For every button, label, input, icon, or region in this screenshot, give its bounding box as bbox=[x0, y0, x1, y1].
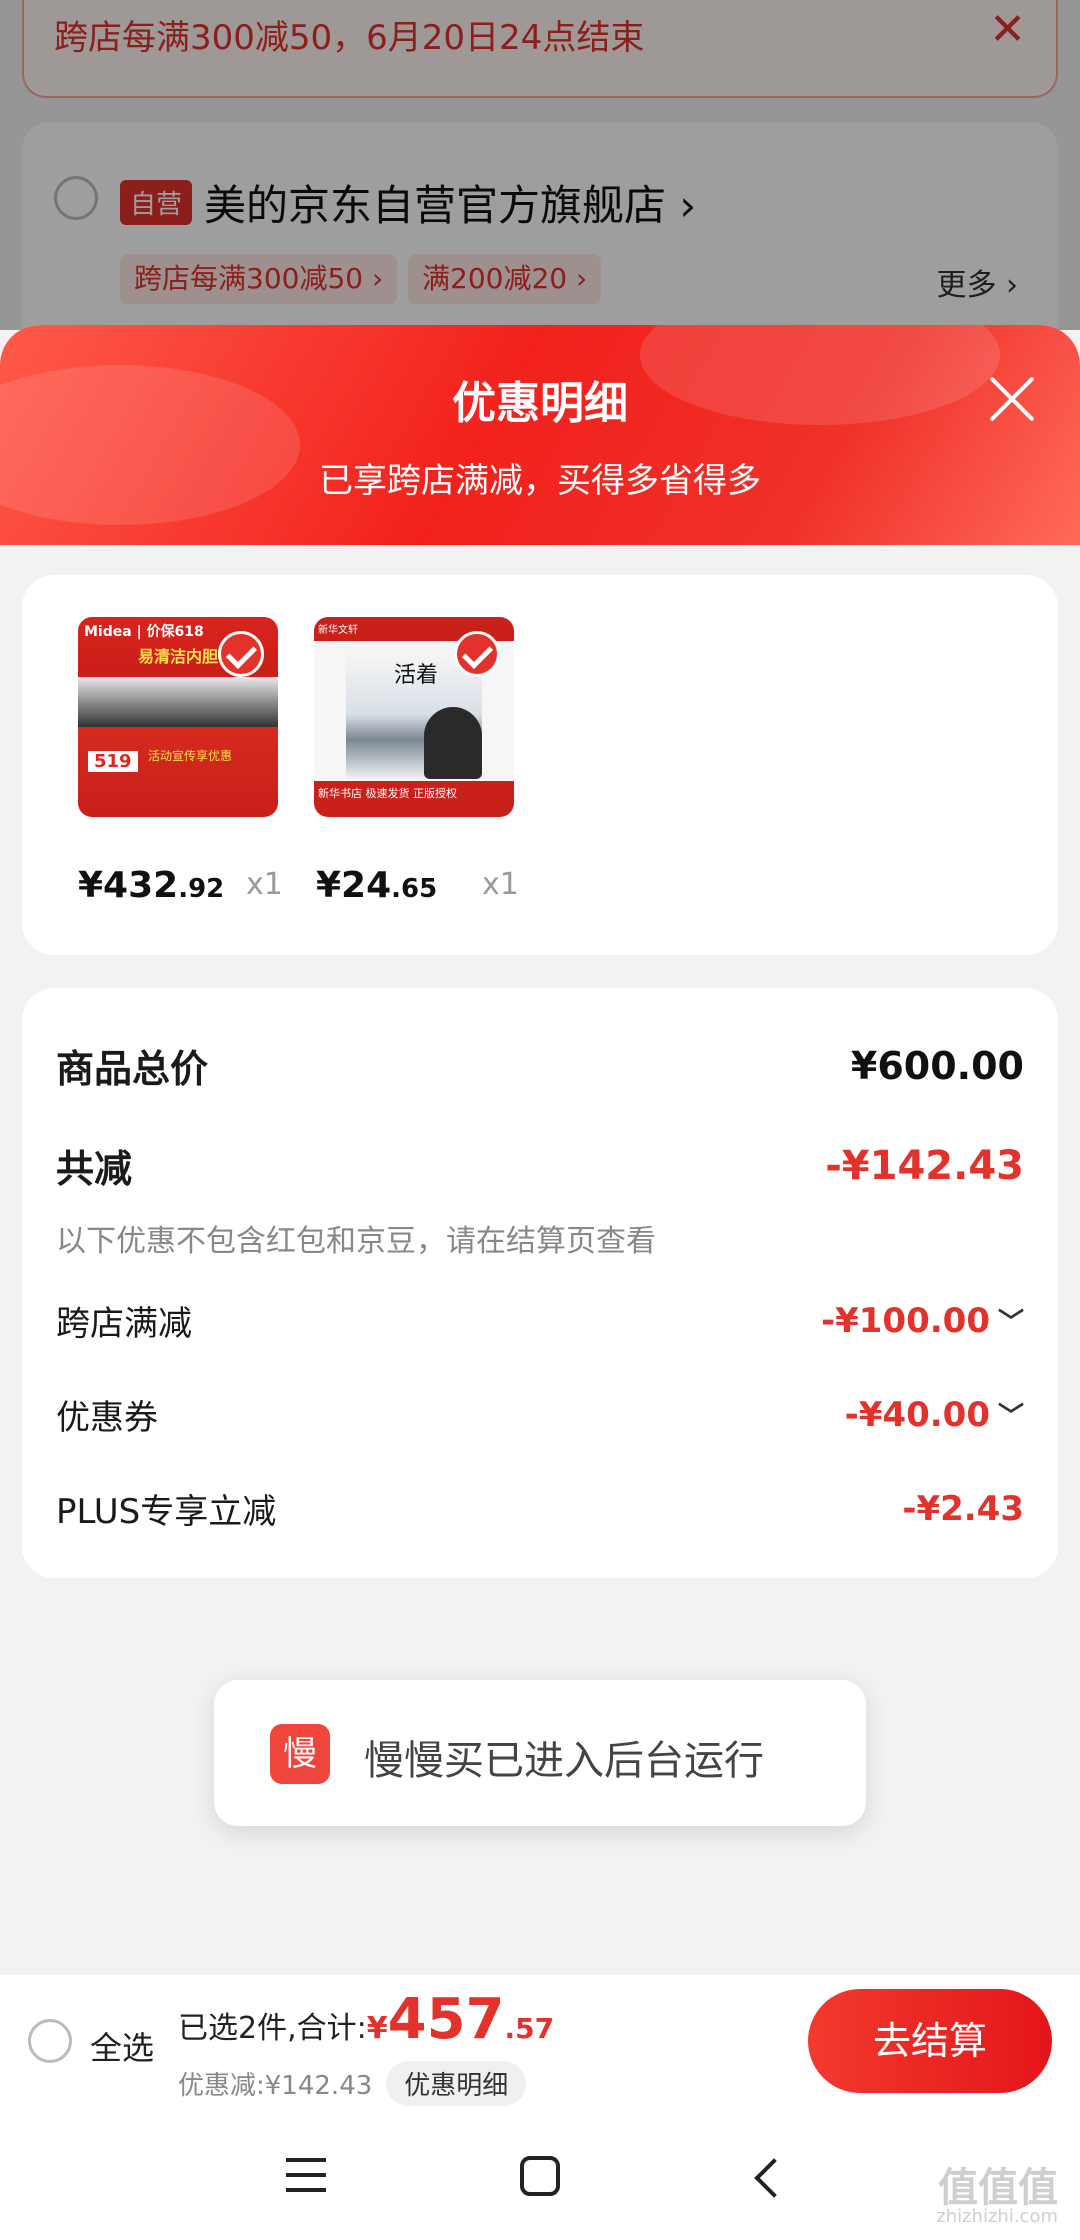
discount-text: 优惠减:¥142.43 bbox=[178, 2071, 373, 2101]
discount-amount: -¥2.43 bbox=[902, 1488, 1024, 1529]
toast-text: 慢慢买已进入后台运行 bbox=[364, 1738, 764, 1784]
background-running-toast: 慢 慢慢买已进入后台运行 bbox=[214, 1680, 866, 1826]
product-item[interactable]: Midea | 价保618 易清洁内胆 519 活动宣传享优惠 bbox=[78, 617, 278, 817]
app-icon: 慢 bbox=[270, 1724, 330, 1784]
caret-down-icon[interactable]: ﹀ bbox=[998, 1302, 1024, 1339]
image-promo-text: 活动宣传享优惠 bbox=[148, 749, 233, 763]
author-photo bbox=[424, 707, 482, 779]
product-item[interactable]: 新华文轩 活着 新华书店 极速发货 正版授权 bbox=[314, 617, 514, 817]
goods-total-row: 商品总价 ¥600.00 bbox=[56, 1038, 1024, 1093]
discount-item-value: -¥40.00 ﹀ bbox=[845, 1395, 1024, 1435]
dim-overlay[interactable] bbox=[0, 0, 1080, 330]
goods-total-label: 商品总价 bbox=[56, 1047, 209, 1091]
caret-down-icon[interactable]: ﹀ bbox=[998, 1396, 1024, 1433]
discount-line: 优惠减:¥142.43 优惠明细 bbox=[178, 2061, 527, 2106]
discount-note: 以下优惠不包含红包和京豆，请在结算页查看 bbox=[56, 1224, 656, 1259]
total-decimal: .57 bbox=[504, 2012, 555, 2045]
background-cart: 跨店每满300减50，6月20日24点结束 ✕ 自营 美的京东自营官方旗舰店 ›… bbox=[0, 0, 1080, 382]
menu-icon[interactable] bbox=[286, 2158, 326, 2192]
watermark: 值值值 bbox=[938, 2165, 1058, 2211]
product-image[interactable]: Midea | 价保618 易清洁内胆 519 活动宣传享优惠 bbox=[78, 617, 278, 817]
discount-item-label: 跨店满减 bbox=[56, 1304, 192, 1344]
image-book-title: 活着 bbox=[394, 663, 439, 688]
system-nav-bar bbox=[0, 2110, 1080, 2240]
product-qty: x1 bbox=[482, 867, 519, 902]
total-discount-label: 共减 bbox=[56, 1147, 133, 1191]
discount-item-row[interactable]: 优惠券 -¥40.00 ﹀ bbox=[56, 1390, 1024, 1439]
total-integer: 457 bbox=[387, 1987, 505, 2052]
discount-amount: -¥100.00 bbox=[821, 1300, 990, 1341]
check-icon[interactable] bbox=[454, 631, 500, 677]
select-all-label[interactable]: 全选 bbox=[90, 2023, 154, 2069]
discount-item-value: -¥2.43 bbox=[902, 1489, 1024, 1529]
discount-item-label: 优惠券 bbox=[56, 1398, 158, 1438]
sheet-title: 优惠明细 bbox=[452, 378, 628, 429]
image-band-text: 新华书店 极速发货 正版授权 bbox=[318, 787, 457, 800]
selected-count-text: 已选2件,合计: bbox=[178, 2011, 367, 2046]
sheet-header: 优惠明细 已享跨店满减，买得多省得多 bbox=[0, 325, 1080, 545]
sheet-subtitle: 已享跨店满减，买得多省得多 bbox=[319, 461, 761, 501]
discount-item-row[interactable]: 跨店满减 -¥100.00 ﹀ bbox=[56, 1296, 1024, 1345]
discount-detail-button[interactable]: 优惠明细 bbox=[386, 2061, 527, 2106]
close-icon[interactable] bbox=[986, 373, 1038, 425]
product-price: ¥432.92 bbox=[78, 865, 224, 906]
select-all-radio[interactable] bbox=[28, 2019, 72, 2063]
discount-item-value: -¥100.00 ﹀ bbox=[821, 1301, 1024, 1341]
product-qty: x1 bbox=[246, 867, 283, 902]
selected-products-card: Midea | 价保618 易清洁内胆 519 活动宣传享优惠 ¥432.92 … bbox=[22, 575, 1058, 955]
image-brand-text: Midea | 价保618 bbox=[84, 624, 204, 640]
checkout-button[interactable]: 去结算 bbox=[808, 1989, 1052, 2093]
price-decimal: .65 bbox=[391, 874, 438, 904]
total-line: 已选2件,合计: ¥ 457 .57 bbox=[178, 1987, 554, 2052]
discount-item-label: PLUS专享立减 bbox=[56, 1492, 277, 1532]
product-image[interactable]: 新华文轩 活着 新华书店 极速发货 正版授权 bbox=[314, 617, 514, 817]
discount-item-row: PLUS专享立减 -¥2.43 bbox=[56, 1484, 1024, 1533]
total-currency: ¥ bbox=[366, 2011, 388, 2046]
back-icon[interactable] bbox=[754, 2158, 794, 2198]
product-price: ¥24.65 bbox=[316, 865, 437, 906]
home-icon[interactable] bbox=[520, 2156, 560, 2196]
price-summary-card: 商品总价 ¥600.00 共减 -¥142.43 以下优惠不包含红包和京豆，请在… bbox=[22, 988, 1058, 1578]
watermark-url: zhizhizhi.com bbox=[936, 2206, 1058, 2227]
goods-total-value: ¥600.00 bbox=[850, 1043, 1024, 1088]
image-headline-text: 易清洁内胆 bbox=[138, 647, 219, 666]
total-discount-value: -¥142.43 bbox=[825, 1142, 1024, 1189]
price-decimal: .92 bbox=[178, 874, 225, 904]
total-discount-row: 共减 -¥142.43 bbox=[56, 1138, 1024, 1193]
checkout-bar: 全选 已选2件,合计: ¥ 457 .57 优惠减:¥142.43 优惠明细 去… bbox=[0, 1975, 1080, 2110]
discount-amount: -¥40.00 bbox=[844, 1394, 990, 1435]
check-icon[interactable] bbox=[218, 631, 264, 677]
image-top-text: 新华文轩 bbox=[318, 625, 358, 636]
price-integer: ¥432 bbox=[78, 865, 179, 906]
price-integer: ¥24 bbox=[316, 865, 392, 906]
image-price-tag: 519 bbox=[88, 751, 138, 772]
